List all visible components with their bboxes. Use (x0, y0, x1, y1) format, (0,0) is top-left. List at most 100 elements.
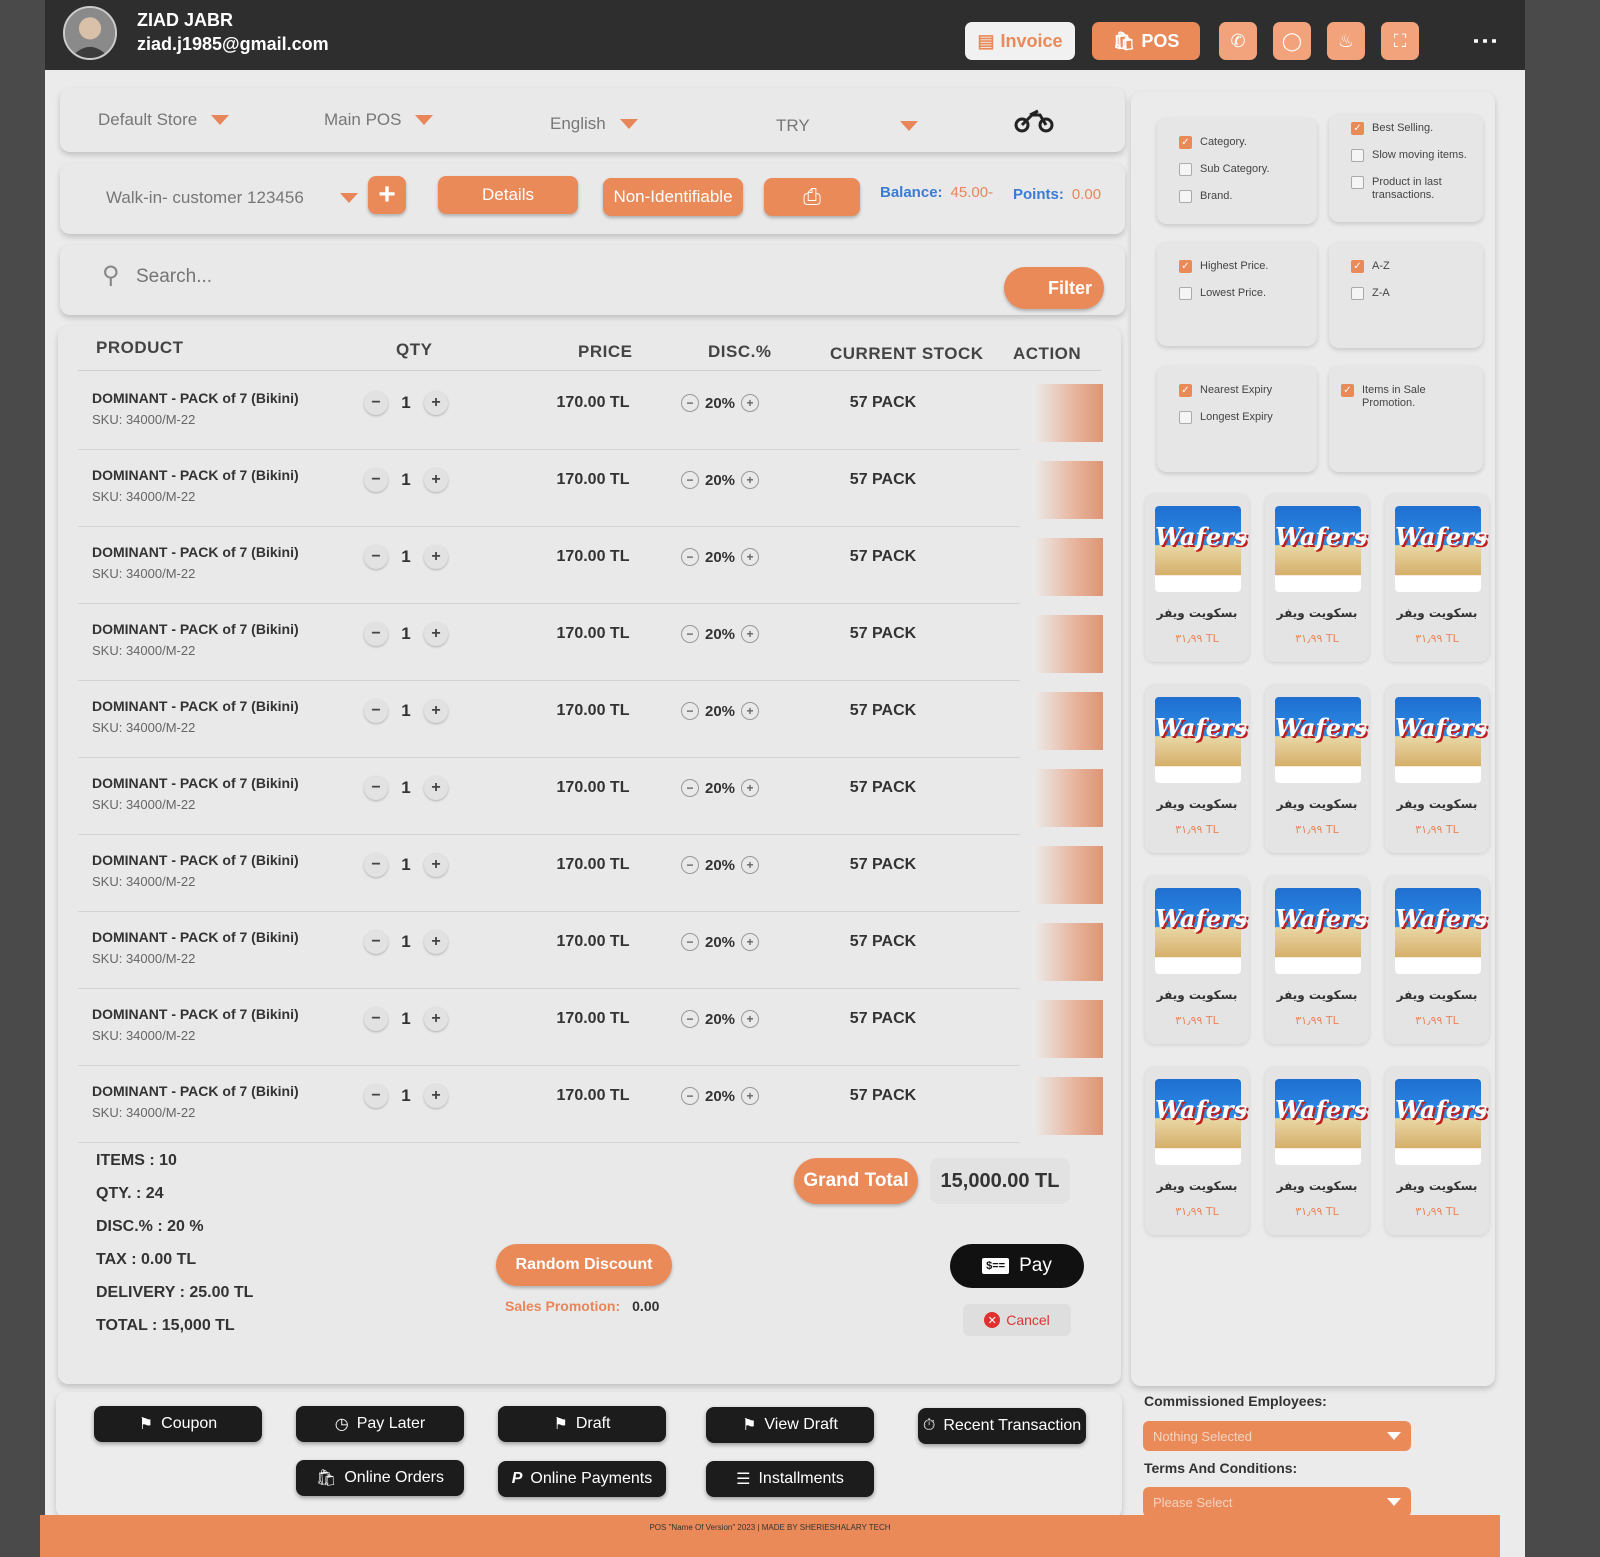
quantity-value[interactable]: 1 (401, 1009, 410, 1029)
checkbox[interactable] (1351, 149, 1364, 162)
recent-transaction-button[interactable]: ⏱ Recent Transaction (918, 1408, 1086, 1444)
quantity-value[interactable]: 1 (401, 470, 410, 490)
minus-icon[interactable]: − (364, 853, 388, 877)
plus-icon[interactable]: + (741, 394, 760, 412)
quantity-value[interactable]: 1 (401, 393, 410, 413)
language-select[interactable]: English (550, 100, 638, 148)
plus-icon[interactable]: + (741, 1087, 760, 1105)
customer-select[interactable]: Walk-in- customer 123456 (106, 174, 358, 222)
product-tile[interactable]: Wafers بسكويت ويفر ٣١٫٩٩ TL (1385, 1067, 1489, 1235)
filter-option[interactable]: Lowest Price. (1179, 287, 1307, 300)
pos-button[interactable]: 🛍 POS (1092, 22, 1200, 60)
minus-icon[interactable]: − (681, 779, 699, 797)
quantity-value[interactable]: 1 (401, 932, 410, 952)
checkbox[interactable]: ✓ (1341, 384, 1354, 397)
filter-option[interactable]: ✓ Items in Sale Promotion. (1341, 384, 1469, 410)
plus-icon[interactable]: + (424, 545, 448, 569)
minus-icon[interactable]: − (681, 394, 699, 412)
plus-icon[interactable]: + (424, 699, 448, 723)
plus-icon[interactable]: + (424, 1084, 448, 1108)
draft-button[interactable]: ⚑ Draft (498, 1406, 666, 1442)
filter-option[interactable]: Brand. (1179, 190, 1307, 203)
minus-icon[interactable]: − (364, 391, 388, 415)
minus-icon[interactable]: − (681, 625, 699, 643)
plus-icon[interactable]: + (741, 548, 760, 566)
plus-icon[interactable]: + (741, 471, 760, 489)
product-tile[interactable]: Wafers بسكويت ويفر ٣١٫٩٩ TL (1145, 1067, 1249, 1235)
currency-select[interactable]: TRY (776, 102, 918, 150)
row-action-button[interactable] (1033, 538, 1103, 596)
minus-icon[interactable]: − (364, 1084, 388, 1108)
quantity-value[interactable]: 1 (401, 855, 410, 875)
filter-option[interactable]: ✓ Best Selling. (1351, 122, 1479, 135)
commissioned-employees-select[interactable]: Nothing Selected (1143, 1421, 1411, 1451)
filter-option[interactable]: Product in last transactions. (1351, 176, 1479, 202)
plus-icon[interactable]: + (424, 391, 448, 415)
checkbox[interactable]: ✓ (1351, 260, 1364, 273)
delivery-motorbike-button[interactable] (1010, 102, 1058, 138)
product-tile[interactable]: Wafers بسكويت ويفر ٣١٫٩٩ TL (1145, 494, 1249, 662)
checkbox[interactable] (1179, 163, 1192, 176)
filter-button[interactable]: Filter (1004, 267, 1104, 309)
row-action-button[interactable] (1033, 615, 1103, 673)
terms-select[interactable]: Please Select (1143, 1487, 1411, 1517)
online-payments-button[interactable]: P Online Payments (498, 1461, 666, 1497)
quantity-value[interactable]: 1 (401, 624, 410, 644)
checkbox[interactable] (1179, 190, 1192, 203)
product-tile[interactable]: Wafers بسكويت ويفر ٣١٫٩٩ TL (1145, 876, 1249, 1044)
filter-option[interactable]: ✓ A-Z (1351, 260, 1479, 273)
pay-later-button[interactable]: ◷ Pay Later (296, 1406, 464, 1442)
online-orders-button[interactable]: 🛍 Online Orders (296, 1460, 464, 1496)
minus-icon[interactable]: − (364, 468, 388, 492)
minus-icon[interactable]: − (364, 776, 388, 800)
plus-icon[interactable]: + (424, 468, 448, 492)
checkbox[interactable]: ✓ (1179, 384, 1192, 397)
minus-icon[interactable]: − (681, 1010, 699, 1028)
minus-icon[interactable]: − (364, 545, 388, 569)
cancel-button[interactable]: ✕ Cancel (963, 1304, 1071, 1336)
row-action-button[interactable] (1033, 692, 1103, 750)
quantity-value[interactable]: 1 (401, 547, 410, 567)
search-input[interactable] (136, 259, 936, 295)
checkbox[interactable]: ✓ (1179, 136, 1192, 149)
coupon-button[interactable]: ⚑ Coupon (94, 1406, 262, 1442)
plus-icon[interactable]: + (741, 779, 760, 797)
minus-icon[interactable]: − (364, 622, 388, 646)
kebab-menu-icon[interactable]: ⋮ (1471, 28, 1501, 54)
view-draft-button[interactable]: ⚑ View Draft (706, 1407, 874, 1443)
minus-icon[interactable]: − (681, 856, 699, 874)
fullscreen-icon[interactable]: ⛶ (1381, 22, 1419, 60)
invoice-button[interactable]: ▤ Invoice (965, 22, 1075, 60)
minus-icon[interactable]: − (364, 699, 388, 723)
checkbox[interactable] (1351, 287, 1364, 300)
plus-icon[interactable]: + (424, 930, 448, 954)
quantity-value[interactable]: 1 (401, 1086, 410, 1106)
checkbox[interactable]: ✓ (1179, 260, 1192, 273)
filter-option[interactable]: Slow moving items. (1351, 149, 1479, 162)
minus-icon[interactable]: − (681, 548, 699, 566)
minus-icon[interactable]: − (681, 702, 699, 720)
plus-icon[interactable]: + (741, 933, 760, 951)
filter-option[interactable]: ✓ Highest Price. (1179, 260, 1307, 273)
checkbox[interactable]: ✓ (1351, 122, 1364, 135)
row-action-button[interactable] (1033, 923, 1103, 981)
plus-icon[interactable]: + (741, 702, 760, 720)
row-action-button[interactable] (1033, 461, 1103, 519)
plus-icon[interactable]: + (741, 856, 760, 874)
product-tile[interactable]: Wafers بسكويت ويفر ٣١٫٩٩ TL (1265, 876, 1369, 1044)
plus-icon[interactable]: + (424, 1007, 448, 1031)
plus-icon[interactable]: + (741, 625, 760, 643)
details-button[interactable]: Details (438, 176, 578, 214)
row-action-button[interactable] (1033, 769, 1103, 827)
quantity-value[interactable]: 1 (401, 778, 410, 798)
non-identifiable-button[interactable]: Non-Identifiable (603, 178, 743, 216)
quantity-value[interactable]: 1 (401, 701, 410, 721)
pos-select[interactable]: Main POS (324, 96, 434, 144)
minus-icon[interactable]: − (364, 1007, 388, 1031)
installments-button[interactable]: ☰ Installments (706, 1461, 874, 1497)
filter-option[interactable]: Z-A (1351, 287, 1479, 300)
filter-option[interactable]: Longest Expiry (1179, 411, 1307, 424)
row-action-button[interactable] (1033, 846, 1103, 904)
plus-icon[interactable]: + (424, 853, 448, 877)
plus-icon[interactable]: + (424, 622, 448, 646)
